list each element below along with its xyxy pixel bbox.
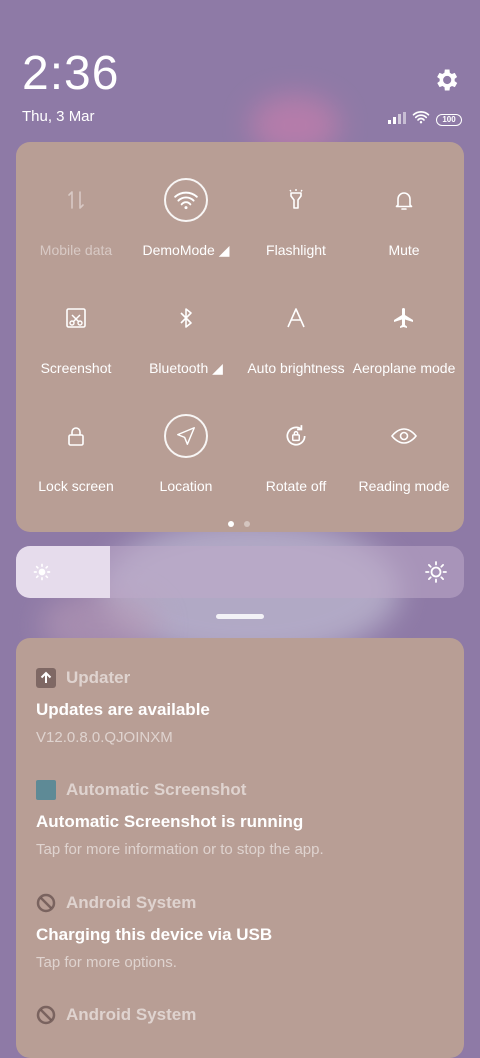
notification-title: Charging this device via USB [36, 925, 273, 944]
notification-app: Automatic Screenshot [36, 780, 456, 800]
flashlight-icon [274, 178, 318, 222]
tile-auto-brightness[interactable]: Auto brightness [240, 296, 352, 376]
tile-screenshot[interactable]: Screenshot [20, 296, 132, 376]
notification-app-name: Updater [66, 668, 131, 687]
tile-lock-screen[interactable]: Lock screen [20, 414, 132, 494]
notification-app: Android System [36, 893, 456, 913]
notification-panel: Updater Updates are available V12.0.8.0.… [16, 638, 464, 1058]
eye-icon [382, 414, 426, 458]
page-dot[interactable] [244, 521, 250, 527]
brightness-fill [16, 546, 111, 598]
tile-location[interactable]: Location [130, 414, 242, 494]
auto-brightness-icon [274, 296, 318, 340]
tile-label: Aeroplane mode [352, 360, 456, 376]
tile-bluetooth[interactable]: Bluetooth ◢ [130, 296, 242, 377]
notification-title: Updates are available [36, 700, 210, 719]
tile-rotate-off[interactable]: Rotate off [240, 414, 352, 494]
tile-demomode[interactable]: DemoMode ◢ [130, 178, 242, 259]
notification-item[interactable]: Android System Charging this device via … [36, 893, 456, 971]
tile-label: Lock screen [38, 478, 114, 494]
tile-label: Auto brightness [247, 360, 345, 376]
tile-label: Rotate off [265, 478, 327, 494]
updater-icon [36, 668, 56, 688]
battery-icon: 100 [436, 113, 462, 126]
tile-mobile-data[interactable]: Mobile data [20, 178, 132, 258]
brightness-high-icon [424, 560, 448, 589]
rotate-lock-icon [274, 414, 318, 458]
bluetooth-icon [164, 296, 208, 340]
notification-item[interactable]: Android System [36, 1005, 456, 1025]
gear-icon[interactable] [432, 66, 460, 94]
date[interactable]: Thu, 3 Mar [22, 108, 95, 125]
expand-triangle-icon: ◢ [218, 242, 230, 258]
tile-label: Mobile data [39, 242, 113, 258]
automatic-screenshot-icon [36, 780, 56, 800]
notification-app: Android System [36, 1005, 456, 1025]
mobile-data-icon [54, 178, 98, 222]
expand-triangle-icon: ◢ [212, 360, 223, 376]
notification-item[interactable]: Updater Updates are available V12.0.8.0.… [36, 668, 456, 746]
clock[interactable]: 2:36 [22, 46, 119, 102]
tile-flashlight[interactable]: Flashlight [240, 178, 352, 258]
drag-handle[interactable] [216, 614, 264, 619]
notification-app: Updater [36, 668, 456, 688]
screenshot-icon [54, 296, 98, 340]
quick-settings-panel: Mobile data DemoMode ◢ Flashlight Mute S [16, 142, 464, 532]
tile-label: Location [159, 478, 213, 494]
location-icon [164, 414, 208, 458]
notification-body: Tap for more information or to stop the … [36, 841, 324, 858]
wifi-status-icon [412, 110, 430, 129]
notification-body: Tap for more options. [36, 954, 177, 971]
tile-mute[interactable]: Mute [348, 178, 460, 258]
tile-label: DemoMode ◢ [142, 242, 230, 258]
tile-label: Mute [388, 242, 420, 258]
tile-aeroplane-mode[interactable]: Aeroplane mode [348, 296, 460, 376]
tile-label: Reading mode [358, 478, 450, 494]
status-icons: 100 [388, 110, 462, 129]
brightness-low-icon [32, 562, 52, 587]
android-system-icon [36, 1005, 56, 1025]
tile-label: Flashlight [266, 242, 326, 258]
notification-body: V12.0.8.0.QJOINXM [36, 729, 173, 746]
lock-icon [54, 414, 98, 458]
notification-app-name: Android System [66, 893, 197, 912]
android-system-icon [36, 893, 56, 913]
tile-label: Bluetooth ◢ [149, 360, 223, 376]
wifi-icon [164, 178, 208, 222]
aeroplane-icon [382, 296, 426, 340]
notification-title: Automatic Screenshot is running [36, 812, 304, 831]
signal-icon [388, 111, 406, 129]
notification-item[interactable]: Automatic Screenshot Automatic Screensho… [36, 780, 456, 858]
page-dot-active[interactable] [228, 521, 234, 527]
notification-app-name: Android System [66, 1005, 197, 1024]
page-indicator [228, 521, 250, 527]
tile-label: Screenshot [40, 360, 112, 376]
bell-icon [382, 178, 426, 222]
tile-reading-mode[interactable]: Reading mode [348, 414, 460, 494]
notification-app-name: Automatic Screenshot [66, 780, 247, 799]
brightness-slider[interactable] [16, 546, 464, 598]
